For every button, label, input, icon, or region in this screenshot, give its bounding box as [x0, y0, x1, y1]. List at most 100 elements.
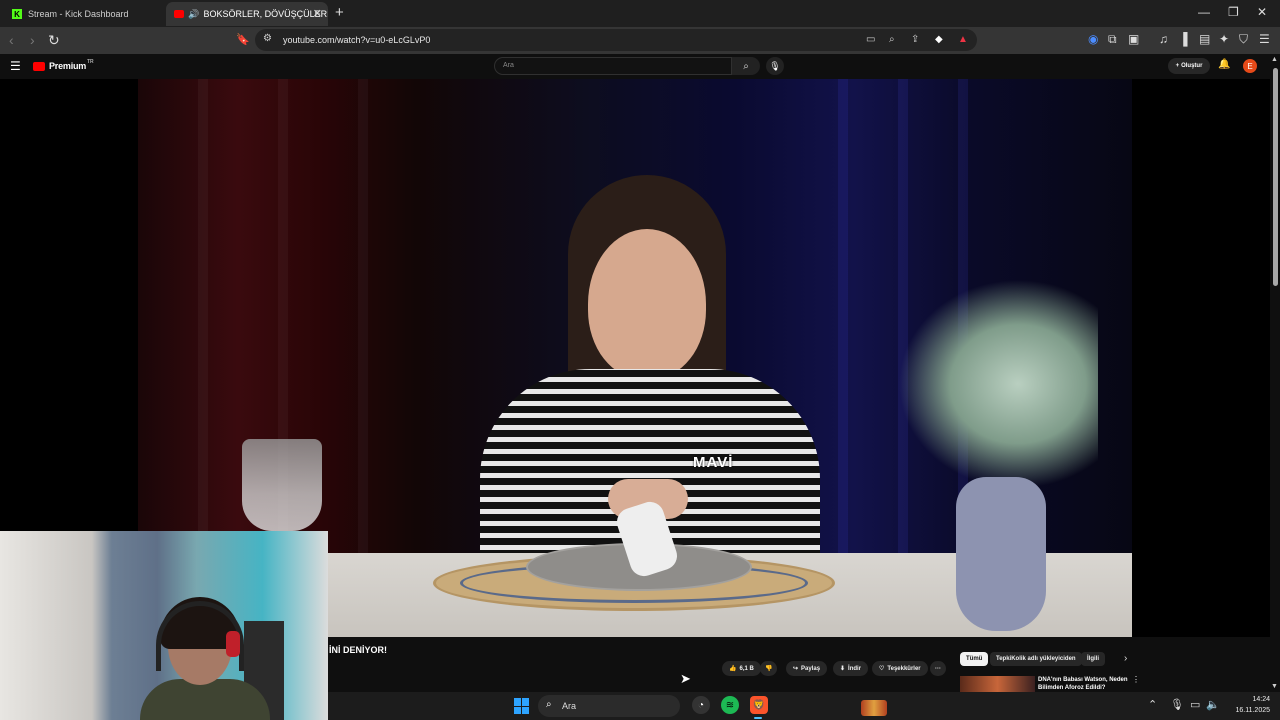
zoom-icon[interactable]: ⌕ — [889, 34, 895, 45]
brave-rewards-icon[interactable]: ▲ — [958, 34, 968, 45]
like-count: 6,1 B — [739, 665, 754, 672]
spotify-app-icon[interactable]: ≋ — [721, 696, 739, 714]
youtube-header: ☰ Premium TR Ara ⌕ 🎙 + Oluştur 🔔 E — [0, 54, 1280, 79]
share-button[interactable]: ↪ Paylaş — [786, 661, 828, 676]
logo-country: TR — [87, 59, 94, 65]
thanks-label: Teşekkürler — [887, 665, 921, 672]
microphone-tray-icon[interactable]: 🎙 — [1170, 698, 1184, 711]
youtube-logo-icon — [33, 61, 45, 71]
leo-ai-icon[interactable]: ✦ — [1219, 32, 1229, 46]
search-placeholder: Ara — [503, 62, 514, 69]
microphone-icon: 🎙 — [769, 60, 781, 71]
thumbs-up-icon: 👍 — [729, 666, 737, 672]
tab-youtube-video[interactable]: 🔊 BOKSÖRLER, DÖVÜŞÇÜLERİN ✕ — [166, 2, 328, 26]
taskbar-search-label: Ara — [562, 701, 577, 711]
like-button[interactable]: 👍 6,1 B — [722, 661, 761, 676]
close-window-button[interactable]: ✕ — [1257, 5, 1267, 19]
url-text[interactable]: youtube.com/watch?v=u0-eLcGLvP0 — [283, 35, 430, 45]
speaker-icon[interactable]: 🔊 — [188, 9, 199, 20]
windows-taskbar: ⌕ Ara ◔ ≋ 🦁 ⌃ 🎙 ▭ 🔈 14:24 16.11.2025 — [328, 692, 1280, 720]
clock-time: 14:24 — [1252, 696, 1270, 703]
wallet-icon[interactable]: ▤ — [1199, 32, 1210, 46]
logo-text: Premium — [49, 61, 87, 71]
show-hidden-icons-chevron-icon[interactable]: ⌃ — [1148, 698, 1157, 711]
tab-title: Stream - Kick Dashboard — [28, 9, 129, 19]
kick-icon: K — [12, 9, 22, 19]
voice-search-button[interactable]: 🎙 — [766, 57, 784, 75]
hamburger-menu-icon[interactable]: ☰ — [10, 59, 21, 73]
volume-icon[interactable]: 🔈 — [1206, 698, 1220, 711]
cast-icon[interactable]: ▭ — [866, 34, 875, 45]
download-label: İndir — [848, 665, 862, 672]
streamer-body — [140, 679, 270, 720]
create-button[interactable]: + Oluştur — [1168, 58, 1210, 74]
brave-app-icon[interactable]: 🦁 — [750, 696, 768, 714]
bookmark-icon[interactable]: 🔖 — [236, 33, 250, 46]
tab-title: BOKSÖRLER, DÖVÜŞÇÜLERİN — [203, 9, 328, 19]
chip-related[interactable]: İlgili — [1081, 652, 1105, 666]
close-tab-icon[interactable]: ✕ — [313, 7, 322, 20]
eucalyptus-plant — [898, 279, 1098, 489]
plus-icon: + — [1175, 63, 1180, 69]
search-icon: ⌕ — [743, 60, 749, 72]
recommended-thumbnail[interactable] — [960, 676, 1035, 692]
taskbar-search[interactable]: ⌕ Ara — [538, 695, 887, 717]
sidebar-icon[interactable]: ▐ — [1179, 32, 1188, 46]
new-tab-button[interactable]: + — [335, 4, 344, 21]
restore-button[interactable]: ❐ — [1228, 5, 1239, 19]
thumbs-down-icon: 👎 — [765, 666, 773, 672]
search-button[interactable]: ⌕ — [732, 57, 760, 75]
thanks-icon: ♡ — [879, 666, 885, 672]
notifications-bell-icon[interactable]: 🔔 — [1218, 59, 1230, 70]
extensions-icon[interactable]: ⧉ — [1108, 32, 1117, 47]
presenter-face — [588, 229, 706, 379]
media-icon[interactable]: ♫ — [1159, 32, 1168, 46]
brave-shield-icon[interactable]: ◆ — [935, 34, 943, 45]
scroll-thumb[interactable] — [1273, 68, 1278, 286]
more-actions-button[interactable]: ··· — [930, 661, 946, 676]
chip-all[interactable]: Tümü — [960, 652, 989, 666]
recommended-title[interactable]: DNA'nın Babası Watson, Neden Bilimden Af… — [1038, 676, 1134, 692]
video-title: İNİ DENİYOR! — [329, 645, 388, 655]
youtube-premium-logo[interactable]: Premium TR — [33, 59, 94, 71]
system-clock[interactable]: 14:24 16.11.2025 — [1226, 694, 1270, 716]
start-button[interactable] — [514, 698, 530, 714]
scroll-up-arrow-icon[interactable]: ▲ — [1271, 56, 1278, 63]
sweater-brand-text: MAVİ — [693, 454, 734, 471]
screenshot-icon[interactable]: ▣ — [1128, 32, 1139, 46]
forward-button[interactable]: › — [30, 32, 35, 48]
water-glass — [242, 439, 322, 531]
search-highlight-widget[interactable] — [861, 700, 887, 716]
audio-icon[interactable]: ◉ — [1088, 32, 1098, 46]
obs-app-icon[interactable]: ◔ — [692, 696, 710, 714]
share-icon[interactable]: ⇪ — [911, 34, 919, 45]
chevron-right-icon[interactable]: › — [1124, 653, 1127, 664]
mouse-cursor-icon: ➤ — [680, 671, 691, 686]
address-bar-row: ‹ › ↻ 🔖 ⚙ youtube.com/watch?v=u0-eLcGLvP… — [0, 27, 1280, 54]
reload-button[interactable]: ↻ — [48, 32, 60, 49]
search-icon: ⌕ — [546, 699, 552, 710]
thanks-button[interactable]: ♡ Teşekkürler — [872, 661, 928, 676]
recommendation-menu-icon[interactable]: ⋮ — [1132, 675, 1140, 684]
page-scrollbar[interactable]: ▲ ▼ — [1270, 54, 1280, 692]
url-field[interactable]: ⚙ youtube.com/watch?v=u0-eLcGLvP0 ▭ ⌕ ⇪ … — [255, 29, 977, 51]
minimize-button[interactable]: — — [1198, 5, 1210, 19]
download-icon: ⬇ — [840, 666, 846, 672]
recommended-video[interactable]: DNA'nın Babası Watson, Neden Bilimden Af… — [960, 676, 1138, 692]
vpn-icon[interactable]: ⛉ — [1239, 32, 1248, 47]
download-button[interactable]: ⬇ İndir — [833, 661, 869, 676]
youtube-icon — [174, 10, 185, 18]
back-button[interactable]: ‹ — [9, 32, 14, 48]
account-avatar[interactable]: E — [1243, 59, 1257, 73]
tab-kick-dashboard[interactable]: K Stream - Kick Dashboard — [4, 2, 164, 26]
more-dots-icon: ··· — [935, 665, 941, 672]
site-info-icon[interactable]: ⚙ — [263, 33, 272, 44]
chip-from-uploader[interactable]: TepkiKolik adlı yükleyiciden — [990, 652, 1082, 666]
network-icon[interactable]: ▭ — [1190, 698, 1200, 711]
scroll-down-arrow-icon[interactable]: ▼ — [1271, 683, 1278, 690]
blue-vase — [956, 477, 1046, 631]
create-label: Oluştur — [1181, 63, 1203, 69]
search-input[interactable]: Ara — [494, 57, 732, 75]
webcam-overlay — [0, 531, 328, 720]
browser-menu-icon[interactable]: ☰ — [1259, 32, 1270, 46]
